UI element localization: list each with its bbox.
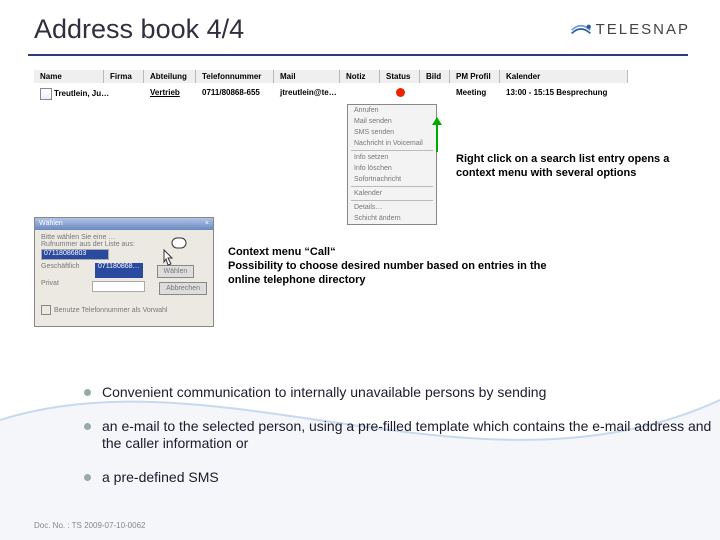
arrow-icon bbox=[436, 118, 438, 152]
th-firma[interactable]: Firma bbox=[104, 70, 144, 83]
checkbox-label: Benutze Telefonnummer als Vorwahl bbox=[54, 307, 168, 314]
bullet-item: an e-mail to the selected person, using … bbox=[84, 418, 720, 453]
cell-bild bbox=[420, 86, 450, 102]
dialog-titlebar[interactable]: Wählen × bbox=[35, 218, 213, 230]
ctx-item[interactable]: SMS senden bbox=[348, 127, 436, 138]
th-bild[interactable]: Bild bbox=[420, 70, 450, 83]
number-input[interactable]: 07118086803 bbox=[41, 249, 109, 260]
th-abteilung[interactable]: Abteilung bbox=[144, 70, 196, 83]
cell-status bbox=[380, 86, 420, 102]
ctx-sep bbox=[351, 200, 433, 201]
th-status[interactable]: Status bbox=[380, 70, 420, 83]
logo-icon bbox=[570, 18, 592, 40]
close-icon[interactable]: × bbox=[205, 218, 209, 230]
dial-button[interactable]: Wählen bbox=[157, 265, 195, 278]
ctx-item[interactable]: Anrufen bbox=[348, 105, 436, 116]
ctx-item[interactable]: Details… bbox=[348, 202, 436, 213]
bullet-item: Convenient communication to internally u… bbox=[84, 384, 720, 402]
th-name[interactable]: Name bbox=[34, 70, 104, 83]
logo: TELESNAP bbox=[570, 18, 690, 40]
cell-abteilung: Vertrieb bbox=[144, 86, 196, 102]
ctx-item[interactable]: Kalender bbox=[348, 188, 436, 199]
table-header: Name Firma Abteilung Telefonnummer Mail … bbox=[34, 70, 628, 83]
th-pmprofil[interactable]: PM Profil bbox=[450, 70, 500, 83]
status-busy-icon bbox=[396, 88, 405, 97]
th-kalender[interactable]: Kalender bbox=[500, 70, 628, 83]
cell-kalender: 13:00 - 15:15 Besprechung bbox=[500, 86, 628, 102]
ctx-item[interactable]: Mail senden bbox=[348, 116, 436, 127]
th-mail[interactable]: Mail bbox=[274, 70, 340, 83]
page-title: Address book 4/4 bbox=[34, 14, 244, 45]
field-label: Geschäftlich bbox=[41, 263, 91, 278]
ctx-item[interactable]: Info setzen bbox=[348, 152, 436, 163]
context-menu: Anrufen Mail senden SMS senden Nachricht… bbox=[347, 104, 437, 225]
table-row[interactable]: Treutlein, Ju… Vertrieb 0711/80868-655 j… bbox=[34, 86, 628, 102]
caption-dial-dialog: Context menu “Call“ Possibility to choos… bbox=[228, 246, 548, 287]
ctx-item[interactable]: Info löschen bbox=[348, 163, 436, 174]
bullet-list: Convenient communication to internally u… bbox=[44, 384, 720, 502]
field-value-empty[interactable] bbox=[92, 281, 145, 292]
cell-notiz bbox=[340, 86, 380, 102]
cell-mail: jtreutlein@te… bbox=[274, 86, 340, 102]
title-underline bbox=[28, 54, 688, 56]
slide: Address book 4/4 TELESNAP Name Firma Abt… bbox=[0, 0, 720, 540]
cell-name: Treutlein, Ju… bbox=[54, 89, 109, 98]
bullet-item: a pre-defined SMS bbox=[84, 469, 720, 487]
cell-pmprofil: Meeting bbox=[450, 86, 500, 102]
person-icon bbox=[40, 88, 52, 100]
ctx-sep bbox=[351, 186, 433, 187]
caption-context-menu: Right click on a search list entry opens… bbox=[456, 153, 686, 181]
ctx-item[interactable]: Sofortnachricht bbox=[348, 174, 436, 185]
cancel-button[interactable]: Abbrechen bbox=[159, 282, 207, 295]
field-label: Privat bbox=[41, 280, 88, 295]
ctx-item[interactable]: Nachricht in Voicemail bbox=[348, 138, 436, 149]
checkbox[interactable] bbox=[41, 305, 51, 315]
dialog-title: Wählen bbox=[39, 218, 63, 230]
cursor-icon bbox=[160, 236, 190, 266]
doc-number: Doc. No. : TS 2009-07-10-0062 bbox=[34, 521, 145, 530]
cell-telefon: 0711/80868-655 bbox=[196, 86, 274, 102]
field-value[interactable]: 071180868… bbox=[95, 263, 143, 278]
dial-dialog: Wählen × Bitte wählen Sie eine … Rufnumm… bbox=[34, 217, 214, 327]
th-notiz[interactable]: Notiz bbox=[340, 70, 380, 83]
cell-firma bbox=[104, 86, 144, 102]
th-telefon[interactable]: Telefonnummer bbox=[196, 70, 274, 83]
ctx-item[interactable]: Schicht ändern bbox=[348, 213, 436, 224]
logo-text: TELESNAP bbox=[596, 21, 690, 38]
ctx-sep bbox=[351, 150, 433, 151]
